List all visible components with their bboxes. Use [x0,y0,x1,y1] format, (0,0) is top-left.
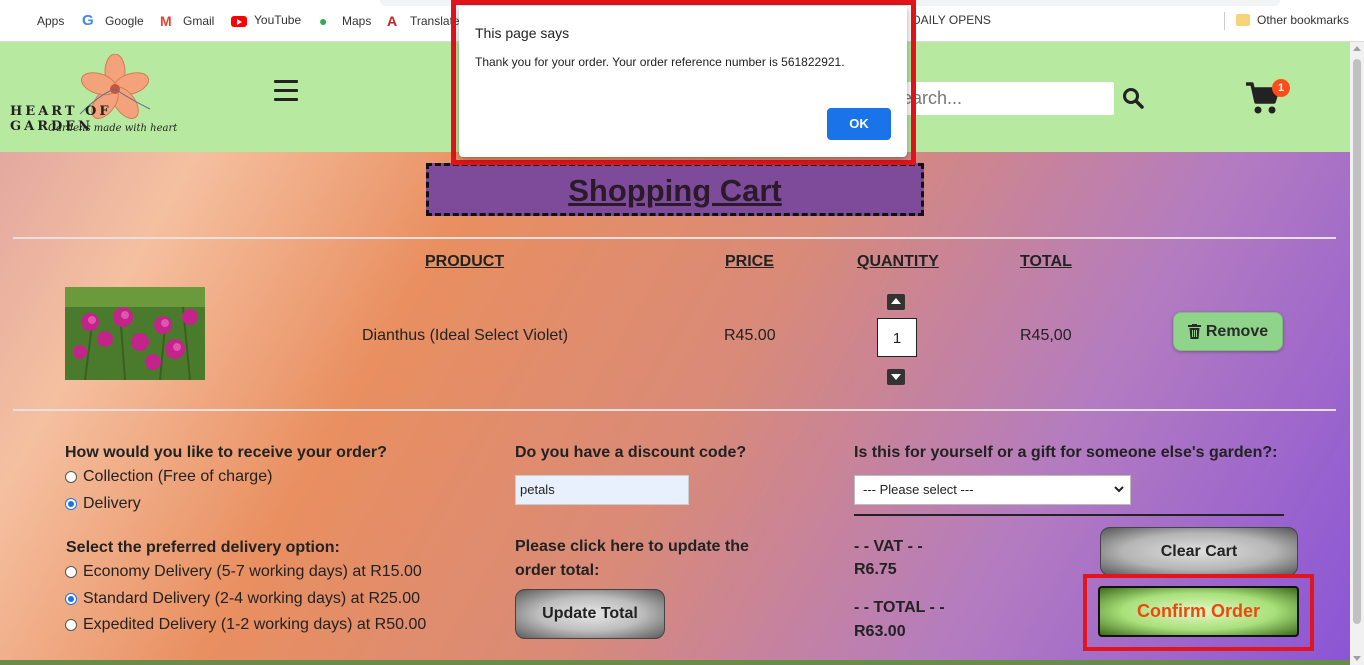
delivery-question: Select the preferred delivery option: [66,539,340,556]
discount-code-field[interactable]: petals [515,475,689,505]
bookmark-label: Google [105,14,144,28]
bookmark-youtube[interactable]: YouTube [231,13,301,27]
update-total-button[interactable]: Update Total [515,589,665,639]
receive-option-collection[interactable]: Collection (Free of charge) [65,468,272,486]
confirm-order-button[interactable]: Confirm Order [1098,586,1299,637]
bookmark-google[interactable]: G Google [82,13,144,29]
radio-label: Economy Delivery (5-7 working days) at R… [83,563,422,580]
radio-label: Standard Delivery (2-4 working days) at … [83,590,421,607]
quantity-increase-button[interactable] [887,294,905,310]
product-name: Dianthus (Ideal Select Violet) [362,327,569,344]
gift-select[interactable]: --- Please select --- [854,475,1131,505]
radio-label: Collection (Free of charge) [83,468,273,485]
bookmark-label: Gmail [183,14,215,28]
bookmark-daily-opens[interactable]: DAILY OPENS [912,13,991,27]
trash-icon [1187,324,1201,339]
bookmark-label: Apps [37,14,65,28]
divider [13,237,1336,239]
site-logo[interactable]: HEART OF GARDEN Gardens made with heart [8,50,198,145]
chevron-down-icon [1114,486,1124,493]
product-total: R45,00 [1020,327,1072,344]
page-title: Shopping Cart [568,173,782,208]
divider [13,409,1336,411]
alert-dialog: This page says Thank you for your order.… [459,6,907,157]
maps-icon: ● [319,13,328,29]
gift-select-value: --- Please select --- [863,482,974,497]
search-icon[interactable] [1122,87,1144,109]
bookmark-other[interactable]: Other bookmarks [1236,13,1349,27]
menu-icon[interactable] [274,80,298,107]
translate-icon: A [387,13,398,29]
remove-button[interactable]: Remove [1173,312,1283,351]
quantity-field[interactable]: 1 [877,318,917,357]
product-image [65,287,205,380]
receive-question: How would you like to receive your order… [65,444,387,461]
dialog-message: Thank you for your order. Your order ref… [475,55,845,69]
bookmark-maps[interactable]: ● Maps [319,13,371,29]
receive-option-delivery[interactable]: Delivery [65,495,141,513]
clear-cart-button[interactable]: Clear Cart [1100,527,1298,576]
bookmark-label: Other bookmarks [1257,13,1350,27]
radio-button[interactable] [65,471,77,483]
radio-button[interactable] [65,498,77,510]
column-header-product: PRODUCT [425,253,505,270]
cart-title-box: Shopping Cart [426,163,924,216]
quantity-decrease-button[interactable] [887,369,905,385]
column-header-quantity: QUANTITY [857,253,939,270]
radio-button[interactable] [65,619,77,631]
radio-button[interactable] [65,593,77,605]
bookmarks-separator [1224,12,1225,30]
brand-tagline: Gardens made with heart [48,123,178,134]
remove-label: Remove [1205,322,1269,340]
column-header-total: TOTAL [1020,253,1072,270]
page-scrollbar[interactable] [1350,42,1364,665]
bookmark-label: Maps [342,14,372,28]
radio-label: Expedited Delivery (1-2 working days) at… [83,616,427,633]
dialog-title: This page says [475,25,570,41]
total-value: R63.00 [854,623,906,640]
radio-button[interactable] [65,566,77,578]
update-instructions: Please click here to update the order to… [515,538,749,579]
cart-page: Shopping Cart PRODUCT PRICE QUANTITY TOT… [0,152,1350,665]
apps-icon [14,13,30,29]
youtube-icon [231,15,247,27]
bookmark-label: DAILY OPENS [912,13,991,27]
bookmark-apps[interactable]: Apps [14,13,64,29]
bookmark-gmail[interactable]: M Gmail [160,13,214,29]
cart-count-badge: 1 [1272,79,1290,97]
footer-edge [0,660,1350,665]
column-header-price: PRICE [725,253,774,270]
scrollbar-thumb[interactable] [1353,59,1361,624]
delivery-option-expedited[interactable]: Expedited Delivery (1-2 working days) at… [65,616,426,634]
gift-question: Is this for yourself or a gift for someo… [854,444,1278,461]
google-icon: G [82,12,94,29]
bookmark-label: YouTube [254,13,302,27]
delivery-option-economy[interactable]: Economy Delivery (5-7 working days) at R… [65,563,422,581]
scroll-down-icon[interactable] [1353,656,1361,661]
delivery-option-standard[interactable]: Standard Delivery (2-4 working days) at … [65,590,420,608]
bookmark-translate[interactable]: A Translate [387,13,460,29]
vat-value: R6.75 [854,561,897,578]
scroll-up-icon[interactable] [1353,46,1361,51]
gmail-icon: M [160,13,172,29]
product-price: R45.00 [724,327,776,344]
summary-divider [854,514,1284,516]
discount-question: Do you have a discount code? [515,444,747,461]
total-label: - - TOTAL - - [854,599,945,616]
dialog-ok-button[interactable]: OK [827,108,891,140]
vat-label: - - VAT - - [854,538,923,555]
radio-label: Delivery [83,495,141,512]
folder-icon [1236,14,1250,26]
